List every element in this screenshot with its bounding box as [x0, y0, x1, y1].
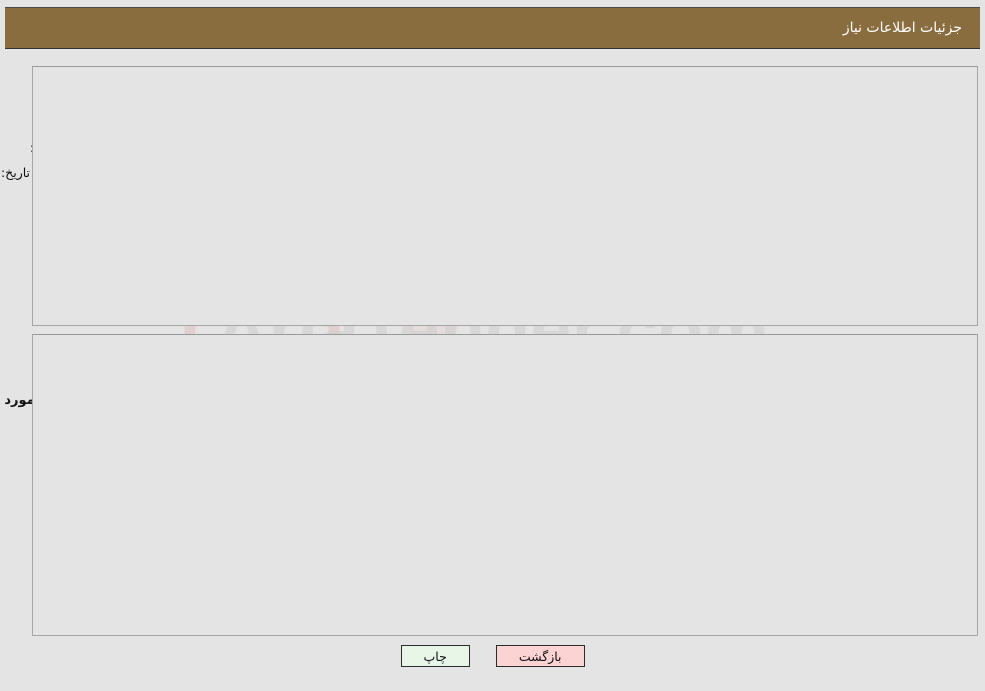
need-info-panel: [32, 66, 978, 326]
print-button[interactable]: چاپ: [400, 645, 470, 667]
need-details-panel: [32, 334, 978, 636]
page-title: جزئیات اطلاعات نیاز: [842, 20, 962, 36]
back-button[interactable]: بازگشت: [495, 645, 585, 667]
page-header: جزئیات اطلاعات نیاز: [5, 7, 980, 49]
footer-buttons: بازگشت چاپ: [0, 645, 985, 667]
